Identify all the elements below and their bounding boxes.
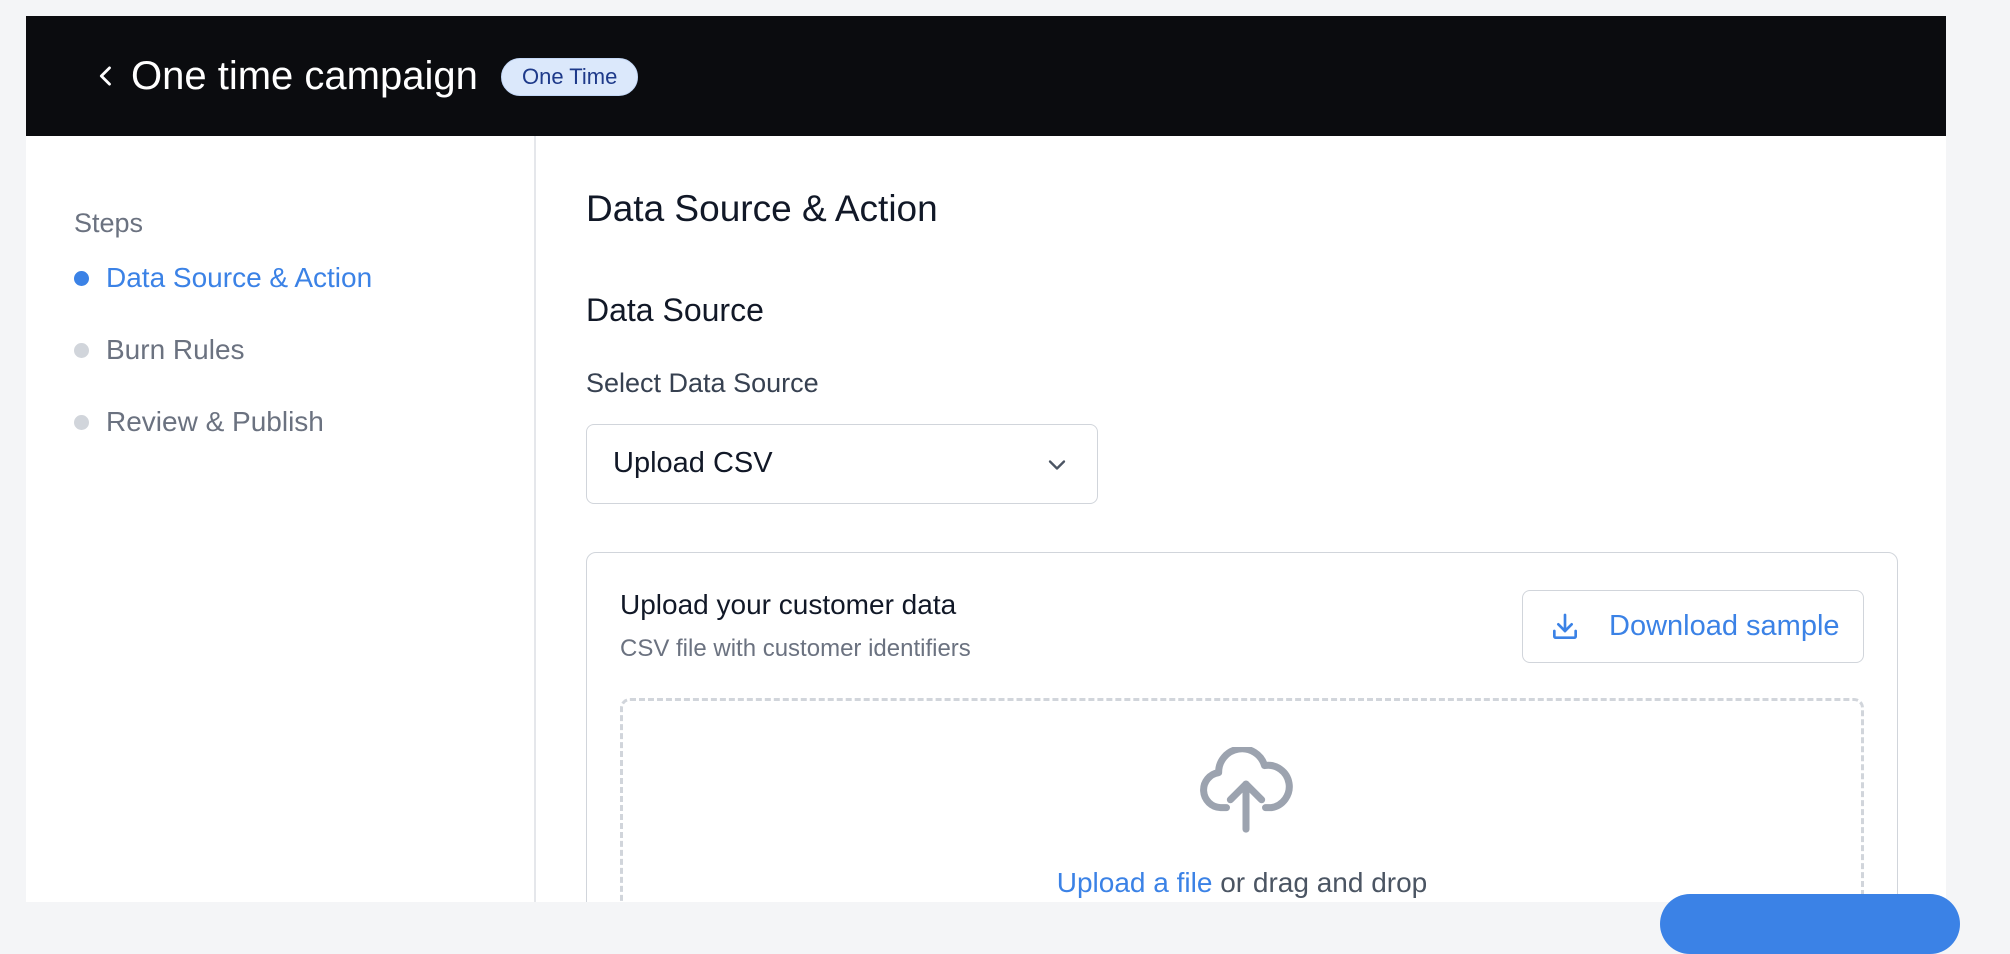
step-dot-icon (74, 342, 89, 358)
app-window: One time campaign One Time Steps Data So… (26, 16, 1946, 902)
download-sample-button[interactable]: Download sample (1522, 590, 1864, 663)
step-label: Burn Rules (106, 334, 245, 365)
steps-heading: Steps (74, 208, 144, 238)
floating-action-button[interactable] (1660, 894, 1960, 954)
page-title: One time campaign (131, 54, 478, 98)
cloud-upload-icon (1200, 747, 1293, 833)
select-data-source-label: Select Data Source (586, 368, 819, 398)
step-active-dot-icon (74, 270, 89, 286)
step-burn-rules[interactable]: Burn Rules (74, 330, 245, 370)
step-label: Data Source & Action (106, 262, 373, 293)
step-review-publish[interactable]: Review & Publish (74, 402, 324, 442)
data-source-select[interactable]: Upload CSV (586, 424, 1098, 504)
header-bar: One time campaign One Time (26, 16, 1946, 136)
step-dot-icon (74, 414, 89, 430)
upload-card: Upload your customer data CSV file with … (586, 552, 1898, 902)
file-dropzone[interactable]: Upload a file or drag and drop (620, 698, 1864, 902)
upload-card-subtitle: CSV file with customer identifiers (620, 635, 971, 662)
chevron-down-icon (1048, 460, 1066, 470)
campaign-type-badge: One Time (501, 58, 639, 96)
section-page-heading: Data Source & Action (586, 188, 938, 229)
step-data-source[interactable]: Data Source & Action (74, 258, 372, 298)
upload-file-link[interactable]: Upload a file (1057, 867, 1213, 898)
back-button[interactable] (78, 48, 134, 104)
chevron-left-icon (99, 66, 111, 86)
upload-card-title: Upload your customer data (620, 589, 957, 620)
download-sample-label: Download sample (1609, 610, 1840, 642)
dropzone-text: Upload a file or drag and drop (623, 867, 1861, 899)
data-source-heading: Data Source (586, 292, 764, 328)
select-value: Upload CSV (613, 447, 773, 479)
drag-drop-text: or drag and drop (1212, 867, 1428, 898)
step-label: Review & Publish (106, 406, 324, 437)
steps-sidebar: Steps Data Source & Action Burn Rules Re… (26, 136, 536, 902)
download-icon (1553, 613, 1577, 639)
